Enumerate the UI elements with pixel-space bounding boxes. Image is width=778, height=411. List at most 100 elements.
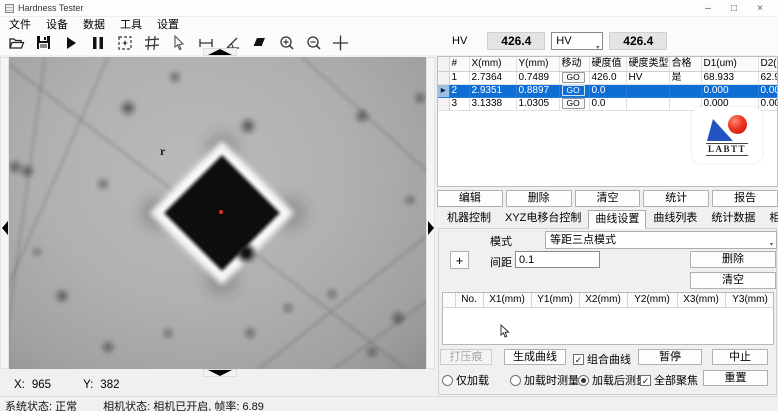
clear-button[interactable]: 清空	[575, 190, 641, 207]
play-icon[interactable]	[62, 34, 79, 51]
curve-clear-button[interactable]: 清空	[690, 272, 776, 289]
col-x1: X1(mm)	[483, 293, 531, 308]
radio-load-only[interactable]: 仅加载	[442, 372, 489, 388]
cursor-select-icon[interactable]	[170, 34, 187, 51]
hv-value-right: 426.4	[609, 32, 667, 50]
report-button[interactable]: 报告	[712, 190, 778, 207]
add-point-button[interactable]: +	[450, 251, 469, 269]
go-button[interactable]: GO	[562, 98, 585, 109]
radio-measure-while-loading[interactable]: 加载时测量	[510, 372, 579, 388]
spacing-input[interactable]	[515, 251, 600, 268]
collapse-left-icon[interactable]	[2, 221, 8, 235]
col-x: X(mm)	[469, 57, 516, 72]
open-file-icon[interactable]	[8, 34, 25, 51]
points-header-row: No. X1(mm) Y1(mm) X2(mm) Y2(mm) X3(mm) Y…	[443, 293, 774, 308]
maximize-button[interactable]: □	[721, 3, 747, 14]
col-y2: Y2(mm)	[627, 293, 677, 308]
top-splitter[interactable]	[203, 48, 237, 56]
checkbox-checked-icon: ✓	[640, 375, 651, 386]
col-y: Y(mm)	[516, 57, 559, 72]
col-no: No.	[455, 293, 483, 308]
zoom-in-icon[interactable]	[278, 34, 295, 51]
delete-button[interactable]: 删除	[506, 190, 572, 207]
reset-button[interactable]: 重置	[703, 370, 768, 386]
radio-measure-after-loading[interactable]: 加载后测量	[578, 372, 647, 388]
y-value: 382	[100, 379, 119, 391]
col-move: 移动	[559, 57, 589, 72]
col-d2: D2(	[758, 57, 778, 72]
statistics-button[interactable]: 统计	[643, 190, 709, 207]
chevron-down-icon: ▾	[596, 40, 599, 56]
mode-select[interactable]: 等距三点模式 ▾	[545, 231, 777, 249]
tab-bar: 机器控制 XYZ电移台控制 曲线设置 曲线列表 统计数据 相册 缩略图	[440, 210, 778, 228]
microscope-image[interactable]: r	[8, 57, 426, 369]
radio-selected-icon	[578, 375, 589, 386]
window-title: Hardness Tester	[18, 3, 83, 13]
auto-focus-icon[interactable]	[116, 34, 133, 51]
tab-xyz-stage-control[interactable]: XYZ电移台控制	[498, 209, 588, 228]
go-button[interactable]: GO	[562, 72, 585, 83]
go-button[interactable]: GO	[562, 85, 585, 96]
hv-label: HV	[452, 35, 481, 47]
crosshair-icon[interactable]	[332, 34, 349, 51]
chevron-down-icon: ▾	[770, 238, 773, 252]
close-button[interactable]: ×	[747, 3, 773, 14]
mode-label: 模式	[490, 233, 512, 249]
labtt-logo-icon	[705, 115, 749, 141]
app-icon	[5, 4, 14, 13]
hardness-unit-select[interactable]: HV ▾	[551, 32, 603, 50]
title-bar: Hardness Tester – □ ×	[0, 0, 778, 17]
hardness-readout: HV 426.4 HV ▾ 426.4	[452, 31, 667, 50]
hardness-tester-window: Hardness Tester – □ × 文件 设备 数据 工具 设置	[0, 0, 778, 411]
combine-curve-checkbox[interactable]: ✓ 组合曲线	[573, 351, 631, 367]
pause-icon[interactable]	[89, 34, 106, 51]
system-status: 系统状态: 正常	[5, 398, 77, 411]
x-label: X:	[14, 379, 25, 391]
action-buttons: 编辑 删除 清空 统计 报告	[437, 190, 778, 207]
collapse-down-icon[interactable]	[208, 370, 232, 376]
table-row-selected[interactable]: ▸ 2 2.9351 0.8897 GO 0.0 0.000 0.00	[438, 85, 778, 98]
row-selector-icon: ▸	[438, 85, 449, 98]
col-index: #	[449, 57, 469, 72]
table-row[interactable]: 1 2.7364 0.7489 GO 426.0 HV 是 68.933 62.…	[438, 72, 778, 85]
generate-curve-button[interactable]: 生成曲线	[504, 349, 566, 365]
edit-button[interactable]: 编辑	[437, 190, 503, 207]
image-mark-r: r	[160, 144, 166, 158]
col-y1: Y1(mm)	[531, 293, 579, 308]
tab-curve-settings[interactable]: 曲线设置	[588, 210, 646, 229]
col-pass: 合格	[669, 57, 701, 72]
x-value: 965	[32, 379, 51, 391]
indent-button: 打压痕	[440, 349, 492, 365]
curve-delete-button[interactable]: 删除	[690, 251, 776, 268]
y-label: Y:	[83, 379, 93, 391]
bottom-splitter[interactable]	[203, 369, 237, 377]
labtt-logo: LABTT	[692, 107, 762, 163]
radio-icon	[510, 375, 521, 386]
eraser-icon[interactable]	[251, 34, 268, 51]
col-x3: X3(mm)	[677, 293, 725, 308]
col-hardness: 硬度值	[589, 57, 626, 72]
tab-curve-list[interactable]: 曲线列表	[646, 209, 704, 228]
spacing-label: 间距	[490, 254, 512, 270]
right-splitter[interactable]	[426, 57, 435, 369]
save-icon[interactable]	[35, 34, 52, 51]
col-y3: Y3(mm)	[725, 293, 774, 308]
focus-all-checkbox[interactable]: ✓ 全部聚焦	[640, 372, 698, 388]
col-d1: D1(um)	[701, 57, 758, 72]
curve-points-table[interactable]: No. X1(mm) Y1(mm) X2(mm) Y2(mm) X3(mm) Y…	[442, 292, 774, 345]
zoom-out-icon[interactable]	[305, 34, 322, 51]
tab-machine-control[interactable]: 机器控制	[440, 209, 498, 228]
abort-button[interactable]: 中止	[712, 349, 768, 365]
tab-statistics-data[interactable]: 统计数据	[704, 209, 762, 228]
pause-button[interactable]: 暂停	[638, 349, 702, 365]
left-splitter[interactable]	[0, 57, 9, 369]
radio-icon	[442, 375, 453, 386]
tab-album[interactable]: 相册	[762, 209, 778, 228]
minimize-button[interactable]: –	[695, 3, 721, 14]
collapse-up-icon[interactable]	[208, 49, 232, 55]
hv-value-left: 426.4	[487, 32, 545, 50]
collapse-right-icon[interactable]	[428, 221, 434, 235]
col-x2: X2(mm)	[579, 293, 627, 308]
grid-icon[interactable]	[143, 34, 160, 51]
labtt-logo-text: LABTT	[706, 143, 748, 156]
